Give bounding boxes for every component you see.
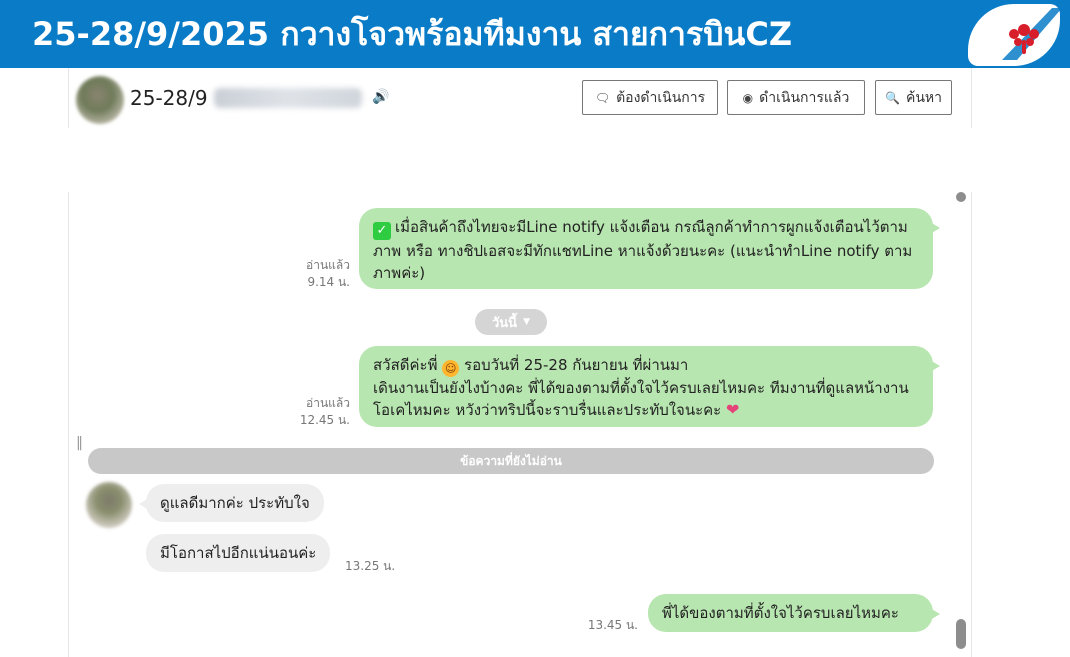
search-button-label: ค้นหา (905, 89, 942, 106)
incoming-message[interactable]: ดูแลดีมากค่ะ ประทับใจ (139, 484, 324, 522)
done-button-label: ดำเนินการแล้ว (759, 89, 850, 106)
message-time: 13.45 น. (587, 618, 638, 632)
message-text-line1: สวัสดีค่ะพี่ (373, 356, 438, 374)
done-button[interactable]: ◉ ดำเนินการแล้ว (727, 80, 865, 115)
chevron-down-icon: ▼ (523, 317, 530, 327)
message-text: มีโอกาสไปอีกแน่นอนค่ะ (160, 544, 317, 562)
banner-title: 25-28/9/2025 กวางโจวพร้อมทีมงาน สายการบิ… (32, 15, 793, 53)
resize-handle-icon[interactable]: ‖ (76, 434, 84, 452)
contact-avatar[interactable] (76, 76, 124, 124)
unread-divider-label: ข้อความที่ยังไม่อ่าน (460, 453, 562, 468)
message-time: 13.25 น. (345, 559, 396, 573)
message-text: เมื่อสินค้าถึงไทยจะมีLine notify แจ้งเตื… (373, 218, 913, 282)
unread-divider: ข้อความที่ยังไม่อ่าน (88, 448, 934, 474)
message-meta: อ่านแล้ว 9.14 น. (290, 257, 350, 291)
outgoing-message[interactable]: สวัสดีค่ะพี่ ☺ รอบวันที่ 25-28 กันยายน ท… (359, 346, 940, 427)
date-divider[interactable]: วันนี้ ▼ (475, 309, 547, 335)
sender-avatar[interactable] (86, 482, 132, 528)
message-text: ดูแลดีมากค่ะ ประทับใจ (160, 494, 310, 512)
message-time: 12.45 น. (299, 413, 350, 427)
search-button[interactable]: 🔍 ค้นหา (875, 80, 952, 115)
message-text-line2: เดินงานเป็นยังไงบ้างคะ พี่ได้ของตามที่ตั… (373, 379, 909, 419)
outgoing-message[interactable]: ✓ เมื่อสินค้าถึงไทยจะมีLine notify แจ้งเต… (359, 208, 940, 289)
logo-flower-icon (1002, 8, 1062, 60)
message-time: 9.14 น. (307, 275, 350, 289)
outgoing-message[interactable]: พี่ได้ของตามที่ตั้งใจไว้ครบเลยไหมคะ (648, 594, 940, 632)
read-status: อ่านแล้ว (306, 258, 350, 272)
message-text: พี่ได้ของตามที่ตั้งใจไว้ครบเลยไหมคะ (662, 604, 899, 622)
message-text-line1b: รอบวันที่ 25-28 กันยายน ที่ผ่านมา (464, 356, 689, 374)
scrollbar-thumb[interactable] (956, 619, 966, 649)
read-status: อ่านแล้ว (306, 396, 350, 410)
date-divider-label: วันนี้ (492, 315, 518, 331)
check-icon: ✓ (373, 222, 391, 240)
incoming-message[interactable]: มีโอกาสไปอีกแน่นอนค่ะ (146, 534, 331, 572)
smile-emoji-icon: ☺ (442, 360, 460, 377)
chat-name[interactable]: 25-28/9 (130, 86, 208, 110)
speech-bubble-icon: 🗨 (594, 90, 611, 105)
top-banner: 25-28/9/2025 กวางโจวพร้อมทีมงาน สายการบิ… (0, 0, 1070, 68)
search-icon: 🔍 (885, 90, 900, 105)
airline-logo-icon (962, 0, 1070, 68)
todo-button-label: ต้องดำเนินการ (616, 89, 706, 106)
heart-emoji-icon: ❤ (726, 400, 740, 419)
message-meta: อ่านแล้ว 12.45 น. (290, 395, 350, 429)
todo-button[interactable]: 🗨 ต้องดำเนินการ (582, 80, 718, 115)
speaker-icon[interactable]: 🔊 (372, 90, 390, 104)
scrollbar-top[interactable] (956, 192, 966, 202)
blurred-name (214, 88, 362, 108)
check-bubble-icon: ◉ (742, 90, 754, 105)
